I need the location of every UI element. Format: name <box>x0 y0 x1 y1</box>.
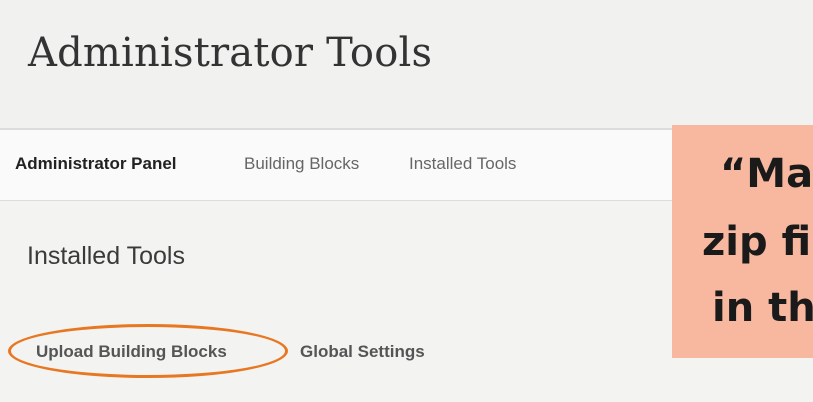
tab-installed-tools[interactable]: Installed Tools <box>409 154 516 174</box>
highlight-ring <box>8 324 288 378</box>
section-title: Installed Tools <box>27 242 185 270</box>
quote-callout: “Ma zip fi in th <box>672 125 813 358</box>
quote-line-1: “Ma <box>720 151 813 197</box>
global-settings-link[interactable]: Global Settings <box>300 342 425 362</box>
quote-line-3: in th <box>712 285 813 331</box>
tab-administrator-panel[interactable]: Administrator Panel <box>15 154 177 174</box>
quote-line-2: zip fi <box>702 219 812 265</box>
page-header: Administrator Tools <box>0 0 813 130</box>
page-title: Administrator Tools <box>28 30 433 76</box>
tab-building-blocks[interactable]: Building Blocks <box>244 154 359 174</box>
